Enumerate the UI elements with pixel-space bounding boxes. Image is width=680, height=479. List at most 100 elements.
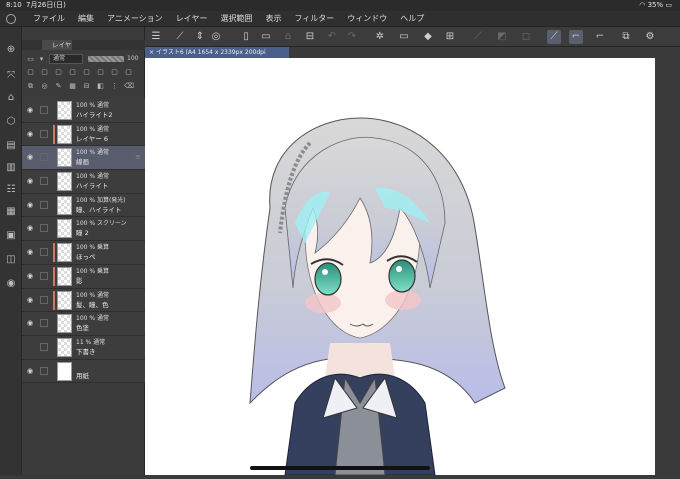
redo-icon[interactable]: ↷ [345,30,359,44]
eye-icon[interactable]: ◉ [27,154,35,161]
new-file-icon[interactable]: ▯ [239,30,253,44]
grip-icon[interactable]: ≡ [135,154,141,161]
clear-icon[interactable]: ▭ [397,30,411,44]
settings-icon[interactable]: ⚙ [643,30,657,44]
blend-mode-select[interactable]: 通常 [49,54,83,64]
layer-checkbox[interactable] [40,129,48,138]
move-tool-icon[interactable]: ⤧ [4,69,18,83]
layer-row[interactable]: ◉ 100 % 通常 ハイライト2 [22,99,145,123]
undo-icon[interactable]: ↶ [325,30,339,44]
layer-row[interactable]: ◉ 用紙 [22,359,145,384]
menu-item[interactable]: アニメーション [107,11,163,27]
document-tab[interactable]: × イラスト6 (A4 1654 x 2339px 200dpi 131.6%) [145,47,289,67]
layer-row[interactable]: ◉ 100 % 乗算影 [22,264,145,289]
eye-icon[interactable]: ◉ [27,272,35,279]
layer-checkbox[interactable] [40,153,48,162]
new-folder-icon[interactable]: ▢ [54,68,63,77]
eye-icon[interactable]: ◉ [27,320,35,327]
layer-checkbox[interactable] [40,200,48,209]
auto-select-tool-icon[interactable]: ⬡ [4,115,18,129]
hamburger-icon[interactable]: ☰ [149,30,163,44]
layer-checkbox[interactable] [40,106,48,114]
menu-item[interactable]: フィルター [294,11,334,27]
eye-icon[interactable]: ◉ [27,130,35,137]
fill-icon[interactable]: ◆ [421,30,435,44]
fill-tool-icon[interactable]: ▦ [4,205,18,219]
layer-property-icon[interactable]: ▭ [26,55,35,64]
gradient-tool-icon[interactable]: ▣ [4,229,18,243]
selection-tool-icon[interactable]: ⌂ [4,91,18,105]
layer-checkbox[interactable] [40,319,48,328]
layer-row[interactable]: ◉ 100 % 通常 レイヤー 6 [22,122,145,147]
eye-icon[interactable]: ◉ [27,201,35,208]
layer-row[interactable]: ◉ 100 % 通常 髪、瞳、色 [22,288,145,313]
document-tab-close-icon[interactable]: × [149,49,156,56]
layer-checkbox[interactable] [40,271,48,280]
layer-checkbox[interactable] [40,366,48,375]
app-logo-icon[interactable] [6,14,16,24]
layer-row[interactable]: ◉ 100 % 通常 色塗 [22,312,145,336]
eye-icon[interactable]: ◉ [27,107,35,114]
selection-border-icon[interactable]: ◻ [519,30,533,44]
layer-row[interactable]: 11 % 通常 下書き [22,335,145,360]
spin-icon[interactable]: ✲ [373,30,387,44]
menu-item[interactable]: 編集 [78,11,94,27]
layer-row[interactable]: ◉ 100 % 通常 ハイライト [22,170,145,194]
layer-row[interactable]: ◉ 100 % 乗算 ほっぺ [22,241,145,265]
eye-icon[interactable] [27,344,35,350]
layer-checkbox[interactable] [40,295,48,304]
ruler-icon[interactable]: ⌐ [593,30,607,44]
stabilizer-icon[interactable]: ⌐ [569,30,583,44]
lock-icon[interactable]: ▾ [37,55,46,64]
open-icon[interactable]: ▭ [259,30,273,44]
layer-checkbox[interactable] [40,224,48,233]
color-tool-icon[interactable]: ◉ [4,277,18,291]
text-tool-icon[interactable]: ◫ [4,253,18,267]
brush-tool-icon[interactable]: ▥ [4,161,18,175]
layer-checkbox[interactable] [40,248,48,257]
save-icon[interactable]: ⌂ [281,30,295,44]
menu-item[interactable]: 選択範囲 [220,11,252,27]
view-icon[interactable]: ◎ [209,30,223,44]
menu-item[interactable]: レイヤー [176,11,208,27]
lock-layer-icon[interactable]: ⊟ [82,82,91,91]
layer-checkbox[interactable] [40,342,48,351]
merge-layer-icon[interactable]: ▢ [96,68,105,77]
opacity-slider[interactable] [88,56,124,62]
menu-item[interactable]: ウィンドウ [347,11,387,27]
clip-icon[interactable]: ⧉ [26,82,35,91]
duplicate-layer-icon[interactable]: ▢ [82,68,91,77]
layer-panel-tab[interactable]: レイヤー [42,40,72,59]
trash-icon[interactable]: ⌫ [124,82,134,91]
zoom-tool-icon[interactable]: ⊕ [4,43,18,57]
export-icon[interactable]: ⊟ [303,30,317,44]
invert-icon[interactable]: ◩ [495,30,509,44]
modify-icon[interactable]: ⟋ [173,30,187,44]
eye-icon[interactable]: ◉ [27,296,35,303]
eye-icon[interactable]: ◉ [27,367,35,374]
transform-icon[interactable]: ⊞ [443,30,457,44]
layer-menu-icon[interactable]: ⋮ [110,82,119,91]
layer-row[interactable]: ◉ 100 % 加算(発光) 瞳、ハイライト [22,193,145,218]
pen-tool-icon[interactable]: ▤ [4,139,18,153]
layer-checkbox[interactable] [40,177,48,186]
draft-icon[interactable]: ✎ [54,82,63,91]
mask-icon[interactable]: ▢ [110,68,119,77]
new-raster-layer-icon[interactable]: ▢ [26,68,35,77]
copy-icon[interactable]: ⧉ [619,30,633,44]
menu-item[interactable]: 表示 [265,11,281,27]
stepper-icon[interactable]: ⇕ [193,30,207,44]
reference-icon[interactable]: ◎ [40,82,49,91]
layer-row[interactable]: ◉ 100 % 通常 線画 ≡ [22,146,145,171]
eraser-tool-icon[interactable]: ☷ [4,183,18,197]
delete-layer-icon[interactable]: ▢ [124,68,133,77]
layer-color-icon[interactable]: ◧ [96,82,105,91]
new-tone-layer-icon[interactable]: ▢ [68,68,77,77]
new-vector-layer-icon[interactable]: ▢ [40,68,49,77]
lock-transparent-icon[interactable]: ▦ [68,82,77,91]
layer-row[interactable]: ◉ 100 % スクリーン瞳 2 [22,217,145,242]
canvas-paper[interactable] [145,58,655,476]
menu-item[interactable]: ファイル [33,11,65,27]
pen-pressure-icon[interactable]: ⟋ [547,30,561,44]
eye-icon[interactable]: ◉ [27,178,35,185]
